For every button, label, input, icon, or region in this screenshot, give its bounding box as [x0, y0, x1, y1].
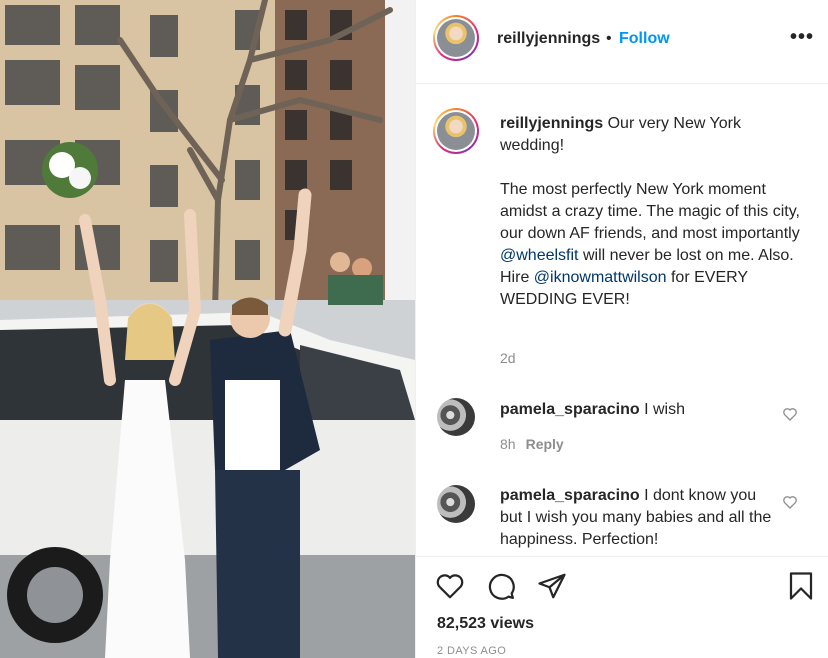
- separator-dot: •: [606, 30, 612, 47]
- comment-username[interactable]: pamela_sparacino: [500, 487, 640, 504]
- follow-button[interactable]: Follow: [619, 30, 670, 48]
- post-caption: reillyjennings Our very New York wedding…: [500, 113, 800, 311]
- comment-like-icon[interactable]: [782, 406, 798, 422]
- more-options-icon[interactable]: •••: [790, 26, 814, 49]
- comment-meta: 8h Reply: [500, 436, 564, 452]
- comment-like-icon[interactable]: [782, 494, 798, 510]
- comment-username[interactable]: pamela_sparacino: [500, 401, 640, 418]
- caption-avatar[interactable]: [433, 108, 479, 154]
- avatar-image: [437, 19, 475, 57]
- author-username[interactable]: reillyjennings: [497, 30, 600, 48]
- heart-icon[interactable]: [435, 571, 465, 601]
- bookmark-icon[interactable]: [786, 571, 816, 601]
- post-sidebar: reillyjennings • Follow ••• reillyjennin…: [415, 0, 828, 658]
- comment-age: 8h: [500, 436, 516, 452]
- caption-para2-start: The most perfectly New York moment amids…: [500, 181, 800, 242]
- comment: pamela_sparacino I dont know you but I w…: [500, 485, 778, 551]
- mention-iknowmattwilson[interactable]: @iknowmattwilson: [534, 269, 667, 286]
- caption-age: 2d: [500, 350, 516, 366]
- post-timestamp: 2 DAYS AGO: [437, 645, 507, 657]
- post-header: reillyjennings • Follow •••: [416, 0, 828, 84]
- author-avatar[interactable]: [433, 15, 479, 61]
- comment-icon[interactable]: [486, 571, 516, 601]
- mention-wheelsfit[interactable]: @wheelsfit: [500, 247, 579, 264]
- comment-avatar[interactable]: [437, 485, 475, 523]
- comment-body: I wish: [644, 401, 685, 418]
- comment-avatar[interactable]: [437, 398, 475, 436]
- paper-plane-icon[interactable]: [537, 571, 567, 601]
- comment: pamela_sparacino I wish: [500, 399, 778, 421]
- post-actions: 82,523 views 2 DAYS AGO: [416, 556, 828, 658]
- reply-button[interactable]: Reply: [526, 436, 564, 452]
- caption-username[interactable]: reillyjennings: [500, 115, 603, 132]
- post-photo[interactable]: [0, 0, 415, 658]
- photo-illustration: [0, 0, 415, 658]
- view-count[interactable]: 82,523 views: [437, 615, 534, 633]
- avatar-image: [437, 112, 475, 150]
